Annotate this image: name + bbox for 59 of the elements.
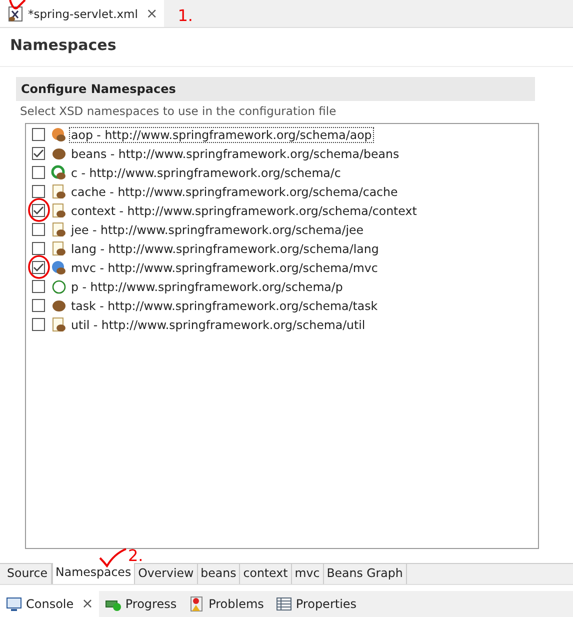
view-tab[interactable]: Progress xyxy=(99,591,183,617)
annotation-text: 1. xyxy=(178,6,193,27)
namespace-label[interactable]: task - http://www.springframework.org/schema/task xyxy=(70,298,379,312)
page-tab[interactable]: context xyxy=(240,564,292,584)
namespace-label[interactable]: aop - http://www.springframework.org/schema/aop xyxy=(70,128,373,142)
page-tab[interactable]: Beans Graph xyxy=(324,564,407,584)
bean-icon xyxy=(51,146,67,162)
bean-icon xyxy=(51,202,67,218)
annotation-text: 2. xyxy=(128,546,144,565)
page-tab[interactable]: beans xyxy=(198,564,240,584)
page-tab[interactable]: Namespaces xyxy=(52,563,136,584)
bean-icon xyxy=(51,260,67,276)
checkbox[interactable] xyxy=(32,204,45,217)
view-tab[interactable]: Console × xyxy=(0,591,100,617)
checkbox[interactable] xyxy=(32,128,45,141)
page-tab[interactable]: mvc xyxy=(292,564,324,584)
tab-title: *spring-servlet.xml xyxy=(28,6,138,20)
namespace-label[interactable]: c - http://www.springframework.org/schema/c xyxy=(70,166,342,180)
view-tab[interactable]: Problems xyxy=(182,591,270,617)
namespace-label[interactable]: p - http://www.springframework.org/schema/p xyxy=(70,280,344,294)
bean-icon xyxy=(51,184,67,200)
annotation-check xyxy=(8,0,26,11)
checkbox[interactable] xyxy=(32,185,45,198)
checkbox[interactable] xyxy=(32,261,45,274)
section-header: Configure Namespaces xyxy=(16,77,535,101)
namespace-label[interactable]: jee - http://www.springframework.org/schema/jee xyxy=(70,222,364,236)
namespace-label[interactable]: beans - http://www.springframework.org/schema/beans xyxy=(70,146,400,160)
namespace-label[interactable]: lang - http://www.springframework.org/schema/lang xyxy=(70,242,380,256)
checkbox[interactable] xyxy=(32,166,45,179)
annotation-circle xyxy=(27,254,51,280)
monitor-icon xyxy=(6,596,22,612)
problems-icon xyxy=(188,596,205,612)
view-tab[interactable]: Properties xyxy=(270,591,363,617)
bean-icon xyxy=(51,278,67,294)
table-icon xyxy=(276,596,292,612)
bean-icon xyxy=(51,222,67,238)
page-tab[interactable]: Overview xyxy=(135,564,198,584)
bean-icon xyxy=(51,126,67,142)
namespace-label[interactable]: cache - http://www.springframework.org/schema/cache xyxy=(70,184,399,198)
namespace-label[interactable]: util - http://www.springframework.org/schema/util xyxy=(70,318,366,332)
editor-tab[interactable]: *spring-servlet.xml × xyxy=(0,0,164,27)
bean-icon xyxy=(51,164,67,180)
close-icon[interactable]: × xyxy=(82,596,94,612)
checkbox[interactable] xyxy=(32,242,45,255)
checkbox[interactable] xyxy=(32,147,45,160)
bean-icon xyxy=(51,298,67,314)
section-description: Select XSD namespaces to use in the configuration file xyxy=(20,104,338,118)
page-title: Namespaces xyxy=(0,28,573,67)
bean-icon xyxy=(51,316,67,332)
checkbox[interactable] xyxy=(32,318,45,331)
bean-icon xyxy=(51,240,67,256)
checkbox[interactable] xyxy=(32,299,45,312)
checkbox[interactable] xyxy=(32,223,45,236)
annotation-check xyxy=(98,548,128,568)
namespace-label[interactable]: context - http://www.springframework.org/schema/context xyxy=(70,204,418,218)
checkbox[interactable] xyxy=(32,280,45,293)
annotation-circle xyxy=(27,197,51,223)
namespace-label[interactable]: mvc - http://www.springframework.org/schema/mvc xyxy=(70,260,379,274)
close-icon[interactable]: × xyxy=(146,6,158,22)
